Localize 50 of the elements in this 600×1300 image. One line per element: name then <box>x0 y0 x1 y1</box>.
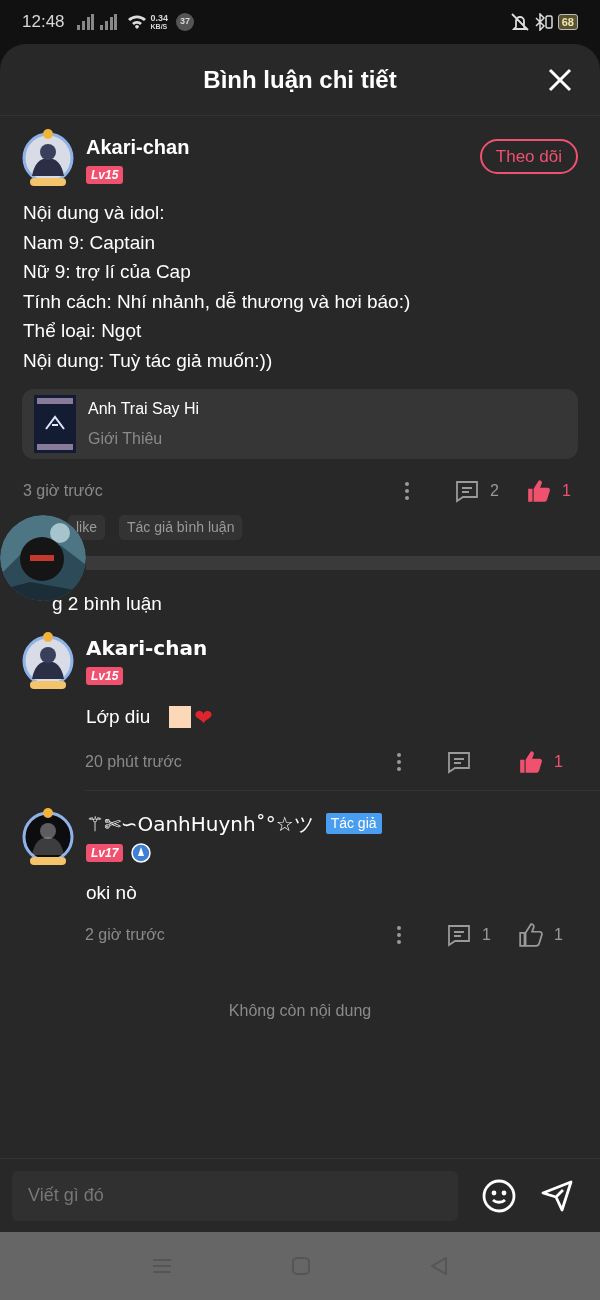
like-icon[interactable] <box>526 479 552 503</box>
like-icon[interactable] <box>518 923 544 947</box>
comment-count: 1 <box>482 925 491 945</box>
end-of-list: Không còn nội dung <box>228 1002 372 1019</box>
notification-count: 37 <box>176 13 195 31</box>
book-subtitle: Giới Thiêu <box>88 429 164 449</box>
level-badge: Lv15 <box>86 166 124 184</box>
comment-total: g 2 bình luận <box>52 593 162 614</box>
comment-icon[interactable] <box>446 749 472 774</box>
heart-emoji: ❤ <box>194 703 213 732</box>
like-count: 1 <box>562 481 571 501</box>
comment-count: 2 <box>490 481 499 501</box>
book-title: Anh Trai Say Hi <box>88 399 200 419</box>
comment-icon[interactable] <box>454 479 480 503</box>
level-badge: Lv15 <box>86 666 124 685</box>
author-name[interactable]: Akari-chan <box>86 632 208 663</box>
like-count: 1 <box>554 925 563 945</box>
more-icon[interactable] <box>404 481 410 501</box>
net-speed: 0.34 <box>150 14 169 23</box>
book-cover-icon <box>34 395 76 453</box>
skin-tone-icon <box>169 706 192 728</box>
like-icon[interactable] <box>518 749 544 774</box>
comment-input[interactable]: Viết gì đó <box>12 1170 458 1221</box>
author-name[interactable]: ⚚✄∽OanhHuynh˚°☆ツ <box>86 808 314 839</box>
tag[interactable]: Tác giả bình luận <box>119 515 243 540</box>
like-count: 1 <box>554 751 563 772</box>
timestamp: 3 giờ trước <box>23 481 103 501</box>
emoji-icon[interactable] <box>482 1178 516 1213</box>
comment-text: Lớp diu <box>86 704 151 729</box>
more-icon[interactable] <box>396 925 402 945</box>
timestamp: 20 phút trước <box>85 751 182 772</box>
timestamp: 2 giờ trước <box>85 925 165 945</box>
author-badge: Tác giả <box>325 813 382 834</box>
battery: 68 <box>557 14 578 30</box>
sheet-title: Bình luận chi tiết <box>203 64 397 95</box>
wifi-icon <box>126 14 147 30</box>
more-icon[interactable] <box>396 751 402 772</box>
level-badge: Lv17 <box>86 843 124 862</box>
comment-text: oki nò <box>86 880 137 905</box>
follow-button[interactable]: Theo dõi <box>479 139 578 174</box>
book-card[interactable]: Anh Trai Say Hi Giới Thiêu <box>22 389 578 459</box>
author-name[interactable]: Akari-chan <box>86 132 190 162</box>
mute-icon <box>509 13 530 31</box>
bluetooth-icon <box>533 13 554 31</box>
clock: 12:48 <box>22 11 65 34</box>
close-icon[interactable] <box>548 68 572 92</box>
verified-icon <box>131 842 152 863</box>
send-icon[interactable] <box>540 1178 574 1213</box>
post-text: Nội dung và idol: Nam 9: Captain Nữ 9: trợ lí của Cap Tính cách: Nhí nhảnh, dễ thương và hơi báo:) Thể loại: Ngọt Nội dung: Tuỳ tác giả muốn:)) <box>22 201 412 373</box>
comment-icon[interactable] <box>446 923 472 947</box>
